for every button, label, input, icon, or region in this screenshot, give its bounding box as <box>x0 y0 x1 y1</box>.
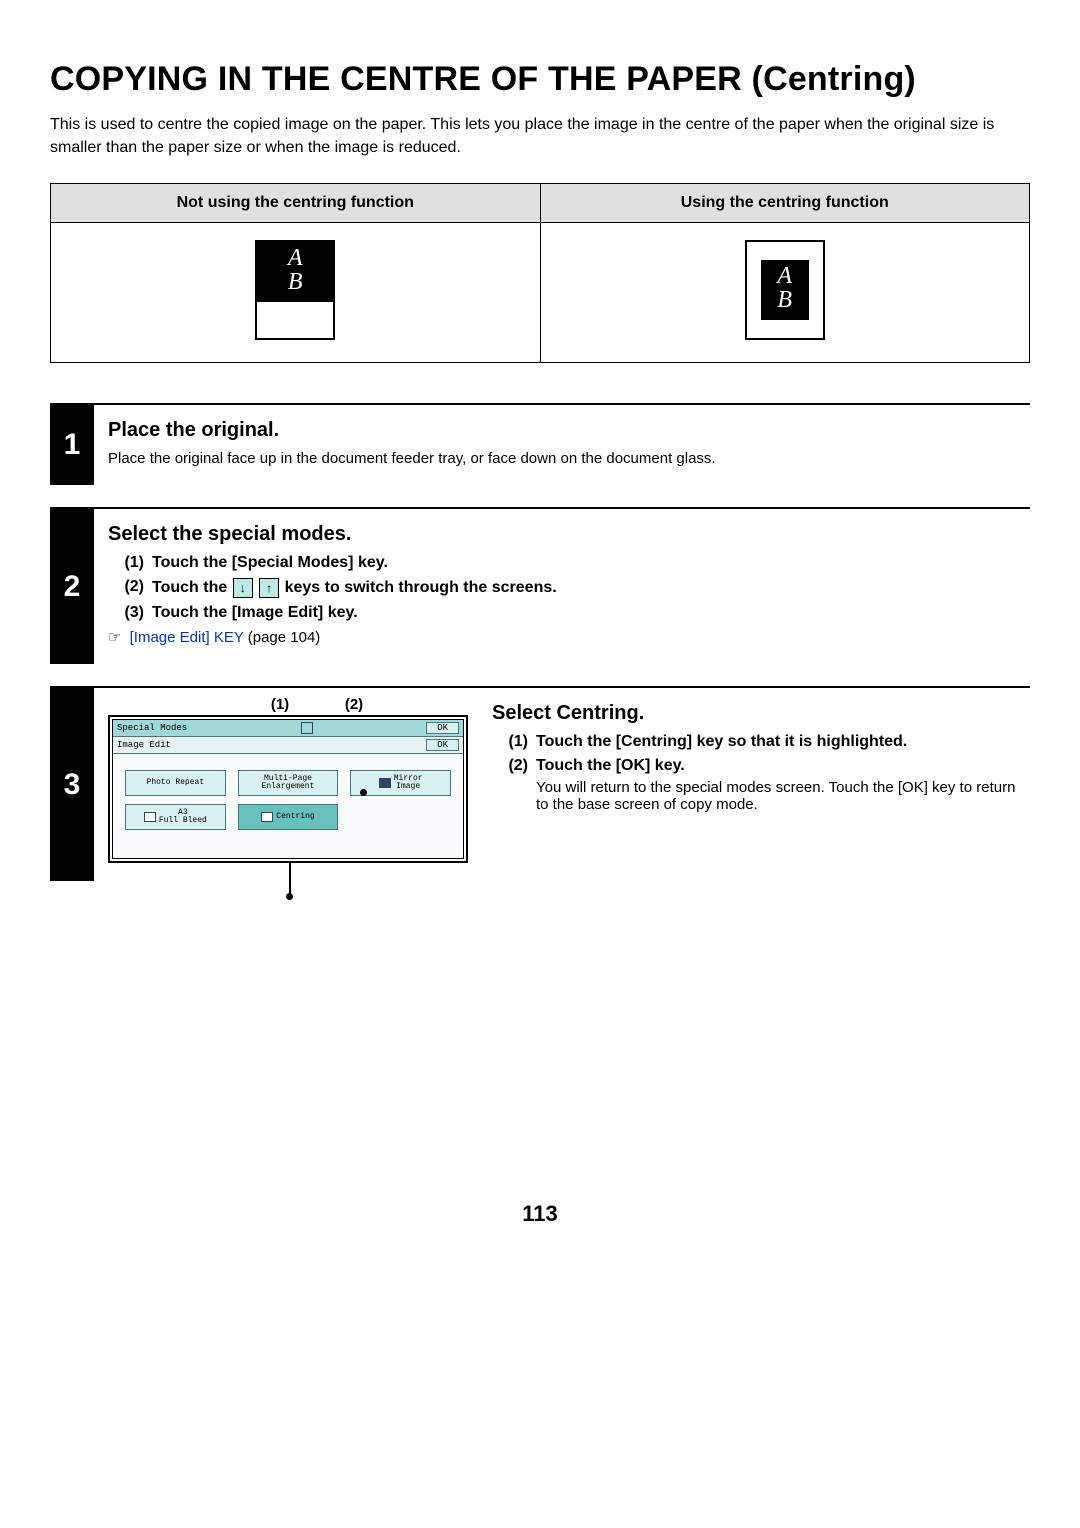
step-1: 1 Place the original. Place the original… <box>50 403 1030 485</box>
substep: Touch the [Special Modes] key. <box>130 554 1030 572</box>
substeps: Touch the [Special Modes] key. Touch the… <box>108 554 1030 622</box>
cmp-cell-left: A B <box>51 223 541 363</box>
substep: Touch the [OK] key. You will return to t… <box>514 757 1030 813</box>
cmp-cell-right: A B <box>540 223 1030 363</box>
softkey-photo-repeat[interactable]: Photo Repeat <box>125 770 226 796</box>
substep: Touch the [Image Edit] key. <box>130 604 1030 622</box>
step-2: 2 Select the special modes. Touch the [S… <box>50 507 1030 664</box>
callout-labels: (1) (2) <box>108 696 468 713</box>
step-number: 2 <box>50 509 94 664</box>
step-text: Place the original face up in the docume… <box>108 450 1030 467</box>
cmp-header-left: Not using the centring function <box>51 184 541 223</box>
down-arrow-key-icon <box>233 578 253 598</box>
paper-illustration-right: A B <box>745 240 825 340</box>
sample-glyph-b: B <box>777 288 792 312</box>
paper-illustration-left: A B <box>255 240 335 340</box>
substeps: Touch the [Centring] key so that it is h… <box>492 733 1030 813</box>
touchscreen-illustration: Special Modes OK Image Edit OK <box>108 715 468 863</box>
callout-1: (1) <box>268 696 292 713</box>
sample-glyph-b: B <box>288 270 303 294</box>
sample-glyph-a: A <box>288 246 303 270</box>
intro-text: This is used to centre the copied image … <box>50 113 1030 159</box>
comparison-table: Not using the centring function Using th… <box>50 183 1030 363</box>
step-number: 3 <box>50 688 94 881</box>
cross-reference-link[interactable]: [Image Edit] KEY <box>130 629 244 646</box>
cross-reference-page: (page 104) <box>244 629 321 646</box>
step-heading: Place the original. <box>108 419 1030 442</box>
screen-subtitle: Image Edit <box>117 740 171 750</box>
softkey-a3-full-bleed[interactable]: A3 Full Bleed <box>125 804 226 830</box>
substep: Touch the [Centring] key so that it is h… <box>514 733 1030 751</box>
mirror-icon <box>379 778 391 788</box>
cross-reference: ☞ [Image Edit] KEY (page 104) <box>108 628 1030 646</box>
up-arrow-key-icon <box>259 578 279 598</box>
fullbleed-icon <box>144 812 156 822</box>
leader-dot <box>286 893 293 900</box>
substep-note: You will return to the special modes scr… <box>536 779 1030 813</box>
step-number: 1 <box>50 405 94 485</box>
centring-icon <box>261 812 273 822</box>
callout-2: (2) <box>342 696 366 713</box>
softkey-multipage-enlargement[interactable]: Multi-Page Enlargement <box>238 770 339 796</box>
pointer-icon: ☞ <box>108 628 121 646</box>
ok-button[interactable]: OK <box>426 722 459 734</box>
step-heading: Select the special modes. <box>108 523 1030 546</box>
step-3: 3 (1) (2) Special Modes <box>50 686 1030 881</box>
mode-icon <box>301 722 313 734</box>
cmp-header-right: Using the centring function <box>540 184 1030 223</box>
page-number: 113 <box>50 1201 1030 1227</box>
substep: Touch the keys to switch through the scr… <box>130 578 1030 598</box>
ok-button[interactable]: OK <box>426 739 459 751</box>
step-heading: Select Centring. <box>492 702 1030 725</box>
sample-glyph-a: A <box>777 264 792 288</box>
screen-title: Special Modes <box>117 723 187 733</box>
page-title: COPYING IN THE CENTRE OF THE PAPER (Cent… <box>50 60 1030 99</box>
softkey-centring[interactable]: Centring <box>238 804 339 830</box>
